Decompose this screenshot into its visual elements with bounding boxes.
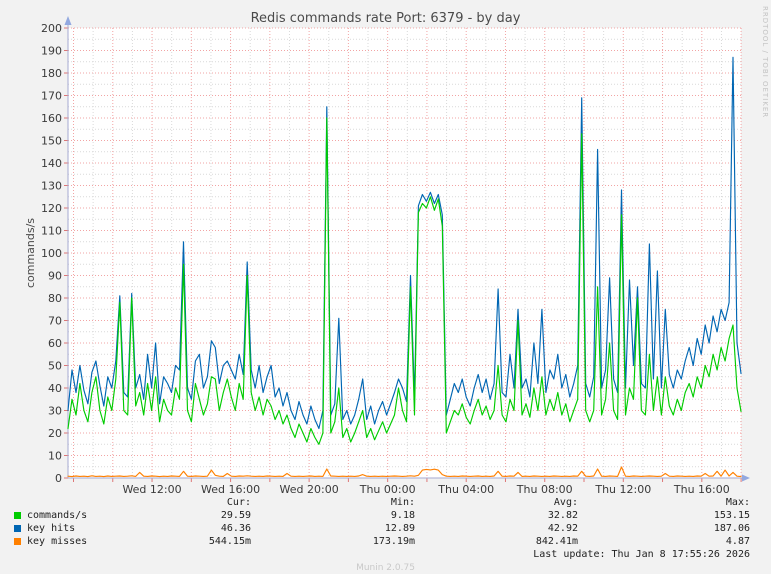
legend-row-key-hits: key hits 46.36 12.89 42.92 187.06 (0, 522, 771, 535)
y-tick-label: 50 (48, 360, 62, 373)
y-tick-label: 190 (41, 45, 62, 58)
munin-version: Munin 2.0.75 (356, 563, 415, 573)
value-max: 187.06 (713, 523, 750, 534)
value-max: 4.87 (725, 536, 750, 547)
y-tick-label: 20 (48, 427, 62, 440)
y-tick-label: 90 (48, 270, 62, 283)
y-tick-label: 60 (48, 337, 62, 350)
y-tick-label: 110 (41, 225, 62, 238)
y-tick-label: 180 (41, 67, 62, 80)
y-tick-label: 10 (48, 450, 62, 463)
y-tick-label: 100 (41, 247, 62, 260)
x-tick-label: Thu 00:00 (359, 483, 416, 494)
y-tick-label: 40 (48, 382, 62, 395)
x-tick-label: Wed 16:00 (201, 483, 260, 494)
x-axis-arrow (742, 474, 750, 482)
y-tick-label: 120 (41, 202, 62, 215)
legend-row-key-misses: key misses 544.15m 173.19m 842.41m 4.87 (0, 535, 771, 548)
col-header-max: Max: (725, 497, 750, 508)
x-tick-label: Thu 08:00 (516, 483, 573, 494)
y-tick-label: 170 (41, 90, 62, 103)
y-tick-label: 70 (48, 315, 62, 328)
x-tick-label: Thu 16:00 (673, 483, 730, 494)
x-tick-label: Wed 20:00 (280, 483, 339, 494)
y-tick-label: 160 (41, 112, 62, 125)
chart-plot-area: 0 10 20 30 40 50 60 70 80 90 100 110 120 130 140 150 160… (41, 16, 750, 494)
y-tick-label: 150 (41, 135, 62, 148)
legend-row-commands: commands/s 29.59 9.18 32.82 153.15 (0, 509, 771, 522)
last-update-text: Last update: Thu Jan 8 17:55:26 2026 (533, 549, 750, 560)
y-tick-label: 80 (48, 292, 62, 305)
legend-table: Cur: Min: Avg: Max: commands/s 29.59 9.1… (0, 496, 771, 561)
last-update-row: Last update: Thu Jan 8 17:55:26 2026 (0, 548, 771, 561)
y-tick-label: 0 (55, 472, 62, 485)
x-tick-label: Wed 12:00 (122, 483, 181, 494)
x-tick-label: Thu 04:00 (437, 483, 494, 494)
y-tick-label: 130 (41, 180, 62, 193)
y-tick-label: 200 (41, 22, 62, 35)
x-tick-label: Thu 12:00 (594, 483, 651, 494)
y-axis-arrow (64, 16, 72, 25)
legend-header-row: Cur: Min: Avg: Max: (0, 496, 771, 509)
y-tick-label: 140 (41, 157, 62, 170)
y-tick-label: 30 (48, 405, 62, 418)
value-max: 153.15 (713, 510, 750, 521)
munin-graph-page: Redis commands rate Port: 6379 - by day … (0, 0, 771, 574)
